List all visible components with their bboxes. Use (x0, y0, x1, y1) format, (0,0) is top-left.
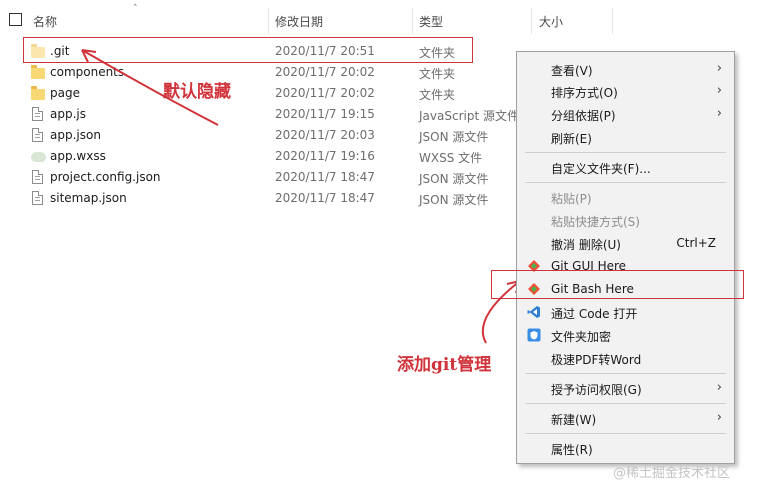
watermark: @稀土掘金技术社区 (613, 466, 731, 481)
menu-separator (525, 182, 726, 183)
menu-item-group[interactable]: 分组依据(P) › (517, 103, 734, 125)
chevron-right-icon: › (716, 83, 722, 98)
menu-separator (525, 403, 726, 404)
menu-item-label: 刷新(E) (551, 132, 592, 146)
menu-separator (525, 152, 726, 153)
menu-item-customize-folder[interactable]: 自定义文件夹(F)... (517, 156, 734, 178)
menu-item-view[interactable]: 查看(V) › (517, 58, 734, 80)
menu-item-sort[interactable]: 排序方式(O) › (517, 80, 734, 102)
menu-item-properties[interactable]: 属性(R) (517, 437, 734, 459)
shield-lock-icon (527, 328, 541, 342)
menu-separator (525, 433, 726, 434)
menu-item-label: 通过 Code 打开 (551, 307, 638, 321)
file-explorer: ˄ 名称 修改日期 类型 大小 .git 2020/11/7 20:51 文件夹… (0, 0, 765, 485)
vscode-icon (527, 305, 541, 319)
menu-item-label: 自定义文件夹(F)... (551, 162, 651, 176)
menu-item-label: 授予访问权限(G) (551, 383, 642, 397)
menu-item-paste-shortcut[interactable]: 粘贴快捷方式(S) (517, 209, 734, 231)
menu-item-paste[interactable]: 粘贴(P) (517, 186, 734, 208)
annotation-add-git: 添加git管理 (397, 355, 492, 375)
menu-item-label: 撤消 删除(U) (551, 238, 621, 252)
menu-item-label: 新建(W) (551, 413, 597, 427)
menu-item-label: 文件夹加密 (551, 330, 612, 344)
context-menu: 查看(V) › 排序方式(O) › 分组依据(P) › 刷新(E) 自定义文件夹… (516, 51, 735, 464)
menu-item-label: 粘贴(P) (551, 192, 592, 206)
menu-item-refresh[interactable]: 刷新(E) (517, 126, 734, 148)
git-bash-highlight-box (491, 270, 744, 299)
menu-separator (525, 373, 726, 374)
chevron-right-icon: › (716, 106, 722, 121)
menu-item-open-with-code[interactable]: 通过 Code 打开 (517, 301, 734, 323)
menu-item-label: 查看(V) (551, 64, 593, 78)
menu-item-label: 极速PDF转Word (551, 353, 642, 367)
menu-item-label: 分组依据(P) (551, 109, 616, 123)
chevron-right-icon: › (716, 380, 722, 395)
menu-item-pdf-to-word[interactable]: 极速PDF转Word (517, 347, 734, 369)
chevron-right-icon: › (716, 61, 722, 76)
menu-item-label: 排序方式(O) (551, 86, 618, 100)
menu-item-folder-encrypt[interactable]: 文件夹加密 (517, 324, 734, 346)
menu-item-label: 属性(R) (551, 443, 593, 457)
menu-item-grant-access[interactable]: 授予访问权限(G) › (517, 377, 734, 399)
menu-item-label: 粘贴快捷方式(S) (551, 215, 640, 229)
menu-item-shortcut: Ctrl+Z (676, 236, 716, 250)
menu-item-new[interactable]: 新建(W) › (517, 407, 734, 429)
chevron-right-icon: › (716, 410, 722, 425)
menu-item-undo-delete[interactable]: 撤消 删除(U) Ctrl+Z (517, 232, 734, 254)
